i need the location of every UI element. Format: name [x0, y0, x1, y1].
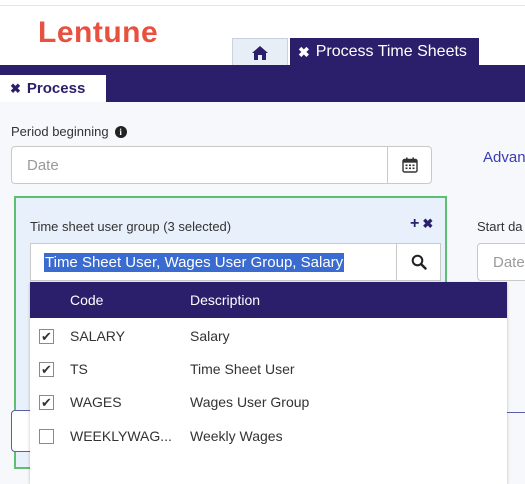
start-date-input[interactable]: Date — [477, 243, 525, 281]
info-icon[interactable]: i — [114, 126, 127, 138]
close-tab-icon[interactable]: ✖ — [298, 44, 310, 61]
row-checkbox[interactable]: ✔ — [39, 329, 54, 344]
period-date-placeholder: Date — [27, 156, 59, 174]
dropdown-row[interactable]: ✔ TS Time Sheet User — [30, 353, 507, 386]
selected-groups-text: Time Sheet User, Wages User Group, Salar… — [44, 252, 345, 272]
start-date-placeholder: Date — [493, 253, 525, 271]
dropdown-row[interactable]: ✔ WAGES Wages User Group — [30, 386, 507, 419]
period-date-input[interactable]: Date — [11, 146, 387, 184]
subtab-process[interactable]: ✖ Process — [0, 75, 106, 102]
row-description: Salary — [190, 328, 230, 344]
top-divider — [0, 5, 525, 6]
user-group-label: Time sheet user group (3 selected) — [30, 219, 232, 234]
advanced-link[interactable]: Advan — [483, 149, 525, 166]
search-button[interactable] — [396, 243, 441, 281]
home-icon — [252, 45, 268, 60]
clear-icon[interactable]: ✖ — [422, 216, 436, 231]
code-column-header: Code — [70, 292, 104, 308]
tab-home[interactable] — [232, 38, 288, 66]
period-label-text: Period beginning — [11, 124, 109, 139]
period-label: Period beginning i — [11, 124, 127, 139]
description-column-header: Description — [190, 292, 261, 308]
calendar-icon — [401, 157, 418, 173]
background-rule — [507, 412, 525, 413]
row-description: Wages User Group — [190, 394, 310, 410]
row-checkbox[interactable]: ✔ — [39, 362, 54, 377]
add-icon[interactable]: + — [410, 215, 422, 232]
group-actions: +✖ — [410, 215, 436, 233]
dropdown-row[interactable]: ✔ SALARY Salary — [30, 320, 507, 353]
background-field — [11, 410, 31, 452]
start-date-label: Start da — [477, 219, 523, 234]
row-code: SALARY — [70, 328, 125, 344]
row-code: WAGES — [70, 394, 122, 410]
tab-process-time-sheets[interactable]: ✖ Process Time Sheets — [290, 38, 479, 66]
close-subtab-icon[interactable]: ✖ — [10, 81, 21, 97]
row-code: TS — [70, 361, 88, 377]
row-description: Weekly Wages — [190, 428, 283, 444]
dropdown-header: Code Description — [30, 282, 507, 318]
search-icon — [411, 254, 427, 270]
tab-label: Process Time Sheets — [315, 43, 467, 60]
user-group-input[interactable]: Time Sheet User, Wages User Group, Salar… — [30, 243, 396, 281]
app-logo: Lentune — [38, 16, 159, 49]
row-checkbox[interactable]: ✔ — [39, 395, 54, 410]
dropdown-row[interactable]: WEEKLYWAG... Weekly Wages — [30, 420, 507, 453]
row-description: Time Sheet User — [190, 361, 295, 377]
row-code: WEEKLYWAG... — [70, 428, 172, 444]
subtab-label: Process — [26, 80, 86, 97]
calendar-button[interactable] — [387, 146, 432, 184]
row-checkbox[interactable] — [39, 429, 54, 444]
